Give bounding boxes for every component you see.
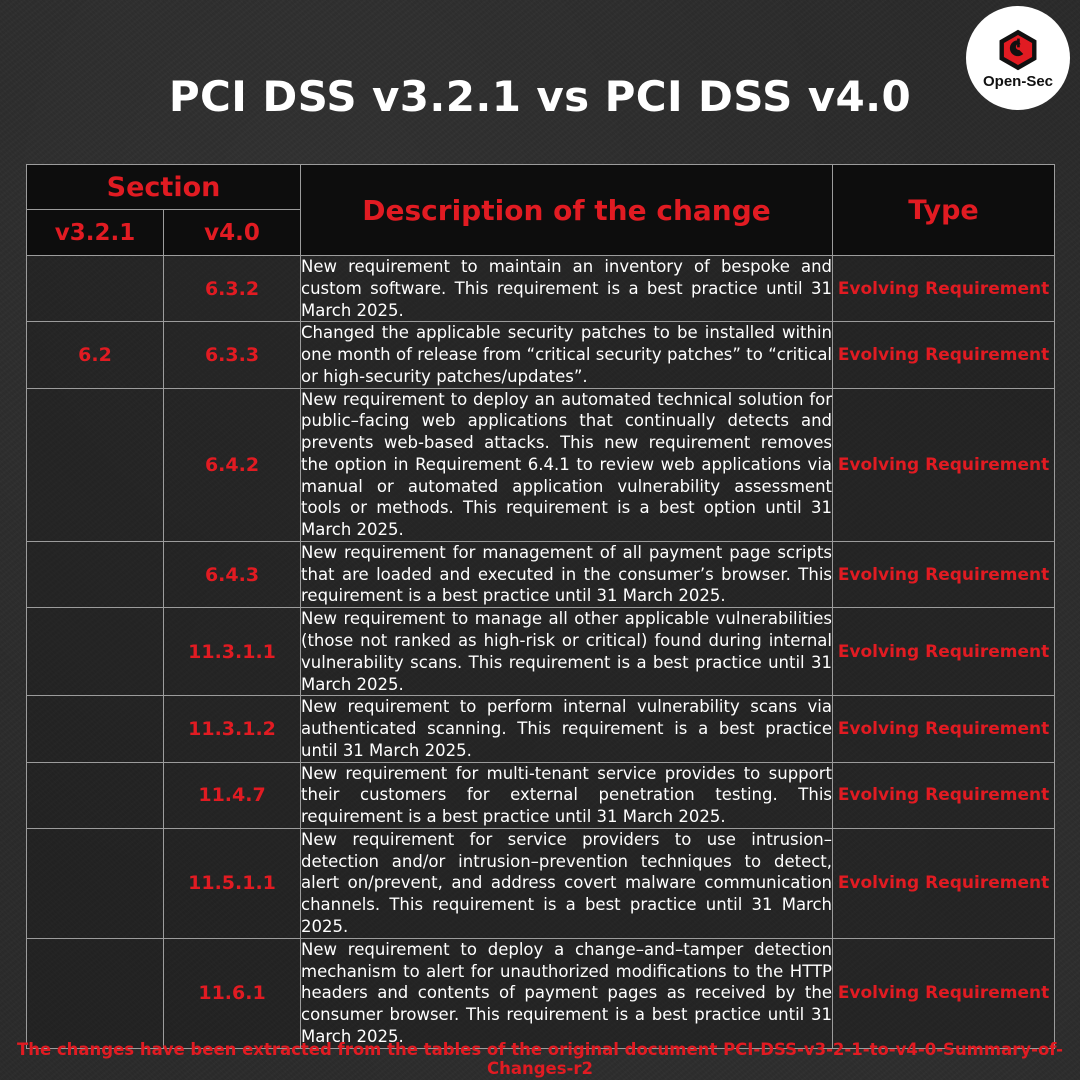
cell-v40: 11.5.1.1 bbox=[162, 827, 302, 939]
cell-type: Evolving Requirement bbox=[832, 937, 1056, 1049]
table-row: 6.4.3 New requirement for management of … bbox=[26, 540, 1056, 609]
cell-v321 bbox=[26, 695, 164, 763]
table-row: 11.4.7 New requirement for multi-tenant … bbox=[26, 761, 1056, 829]
header-description: Description of the change bbox=[300, 164, 834, 256]
cell-description: New requirement for service providers to… bbox=[300, 827, 834, 939]
cell-v321 bbox=[26, 761, 164, 829]
cell-v321 bbox=[26, 937, 164, 1049]
cell-type: Evolving Requirement bbox=[832, 607, 1056, 697]
brand-logo-text: Open-Sec bbox=[982, 73, 1054, 90]
cell-type: Evolving Requirement bbox=[832, 540, 1056, 609]
cell-v40: 11.4.7 bbox=[162, 761, 302, 829]
table-row: 6.4.2 New requirement to deploy an autom… bbox=[26, 387, 1056, 542]
table-row: 6.2 6.3.3 Changed the applicable securit… bbox=[26, 321, 1056, 389]
page-title: PCI DSS v3.2.1 vs PCI DSS v4.0 bbox=[168, 72, 912, 121]
table-body: 6.3.2 New requirement to maintain an inv… bbox=[26, 254, 1056, 1049]
cell-v40: 11.3.1.1 bbox=[162, 607, 302, 697]
table-row: 11.3.1.2 New requirement to perform inte… bbox=[26, 695, 1056, 763]
footer-note: The changes have been extracted from the… bbox=[16, 1040, 1064, 1078]
cell-type: Evolving Requirement bbox=[832, 321, 1056, 389]
cell-v321: 6.2 bbox=[26, 321, 164, 389]
table-header-row-1: Section Description of the change Type bbox=[25, 164, 1056, 256]
cell-v321 bbox=[26, 254, 164, 323]
cell-type: Evolving Requirement bbox=[832, 827, 1056, 939]
cell-description: New requirement for management of all pa… bbox=[300, 540, 834, 609]
cell-v40: 11.3.1.2 bbox=[162, 695, 302, 763]
table-header: Section Description of the change Type v… bbox=[25, 164, 1056, 256]
cell-type: Evolving Requirement bbox=[832, 695, 1056, 763]
cell-description: New requirement for multi-tenant service… bbox=[300, 761, 834, 829]
cell-v321 bbox=[26, 540, 164, 609]
cell-description: New requirement to deploy a change–and–t… bbox=[300, 937, 834, 1049]
cell-v40: 11.6.1 bbox=[162, 937, 302, 1049]
header-type: Type bbox=[832, 164, 1056, 256]
cell-description: New requirement to deploy an automated t… bbox=[300, 387, 834, 542]
header-v40: v4.0 bbox=[162, 209, 302, 256]
table-row: 11.5.1.1 New requirement for service pro… bbox=[26, 827, 1056, 939]
hexagon-shield-logo-icon bbox=[999, 29, 1037, 71]
table-row: 11.6.1 New requirement to deploy a chang… bbox=[26, 937, 1056, 1049]
header-v321: v3.2.1 bbox=[26, 209, 164, 256]
cell-v321 bbox=[26, 387, 164, 542]
cell-v40: 6.3.3 bbox=[162, 321, 302, 389]
cell-v40: 6.4.2 bbox=[162, 387, 302, 542]
cell-type: Evolving Requirement bbox=[832, 387, 1056, 542]
cell-v321 bbox=[26, 607, 164, 697]
cell-description: New requirement to maintain an inventory… bbox=[300, 254, 834, 323]
cell-v40: 6.4.3 bbox=[162, 540, 302, 609]
table-row: 11.3.1.1 New requirement to manage all o… bbox=[26, 607, 1056, 697]
cell-type: Evolving Requirement bbox=[832, 254, 1056, 323]
cell-type: Evolving Requirement bbox=[832, 761, 1056, 829]
cell-v321 bbox=[26, 827, 164, 939]
comparison-table: Section Description of the change Type v… bbox=[25, 164, 1056, 1049]
header-section: Section bbox=[25, 164, 302, 210]
cell-description: New requirement to manage all other appl… bbox=[300, 607, 834, 697]
cell-v40: 6.3.2 bbox=[162, 254, 302, 323]
cell-description: New requirement to perform internal vuln… bbox=[300, 695, 834, 763]
table-row: 6.3.2 New requirement to maintain an inv… bbox=[26, 254, 1056, 323]
cell-description: Changed the applicable security patches … bbox=[300, 321, 834, 389]
brand-logo: Open-Sec bbox=[966, 6, 1070, 110]
comparison-table-wrapper: Section Description of the change Type v… bbox=[25, 164, 1056, 1049]
